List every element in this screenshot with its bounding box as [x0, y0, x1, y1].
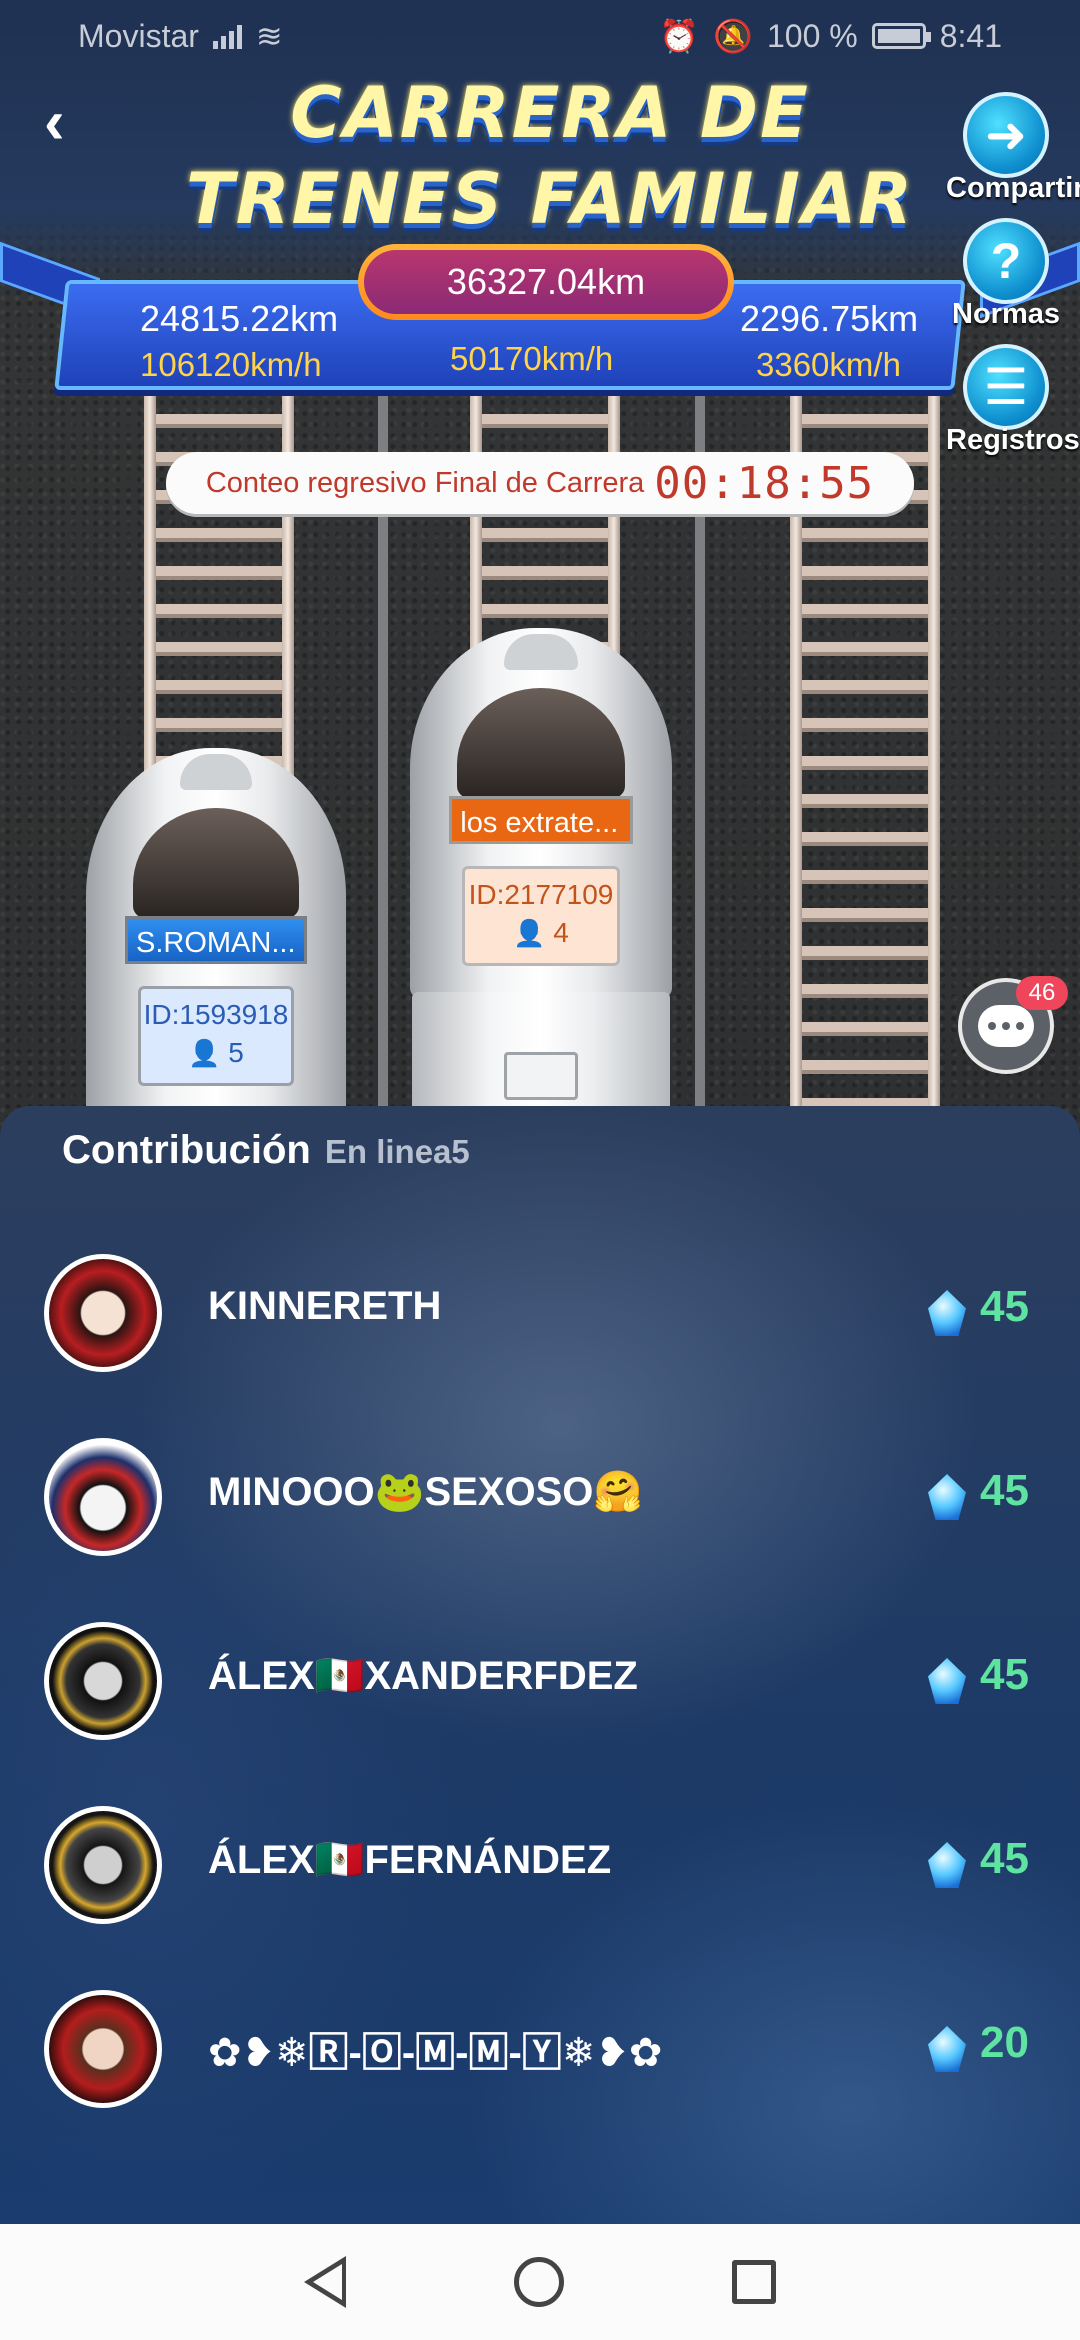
rules-label: Normas	[952, 298, 1060, 330]
train-name: los extrate...	[449, 796, 633, 844]
user-score: 20	[980, 2018, 1029, 2067]
list-item[interactable]: MINOOO🐸SEXOSO🤗 45	[0, 1432, 1080, 1562]
title-line-1: CARRERA DE	[290, 72, 810, 154]
train-id: ID:2177109	[468, 879, 614, 910]
rules-button[interactable]: ? Normas	[946, 218, 1066, 331]
countdown-time: 00:18:55	[654, 457, 875, 509]
user-name: MINOOO🐸SEXOSO🤗	[208, 1470, 644, 1514]
nav-back-icon[interactable]	[304, 2256, 346, 2308]
avatar[interactable]	[44, 1622, 162, 1740]
train-name: S.ROMAN...	[125, 916, 307, 964]
countdown-bar: Conteo regresivo Final de Carrera 00:18:…	[166, 452, 914, 514]
race-scene: S.ROMAN... ID:1593918 👤 5 los extrate...…	[0, 0, 1080, 1130]
center-speed: 50170km/h	[450, 340, 614, 377]
total-distance: 36327.04km	[364, 250, 728, 314]
avatar[interactable]	[44, 1254, 162, 1372]
train-family-1[interactable]: S.ROMAN... ID:1593918 👤 5	[86, 748, 346, 1130]
user-score: 45	[980, 1466, 1029, 1515]
system-nav-bar	[0, 2224, 1080, 2340]
diamond-icon	[928, 1842, 966, 1888]
user-name: ✿❥❄🅁-🄾-🄼-🄼-🅈❄❥✿	[208, 2031, 663, 2075]
status-bar: Movistar ≋ ⏰ 🔕 100 % 8:41	[0, 0, 1080, 72]
diamond-icon	[928, 1658, 966, 1704]
battery-icon	[871, 23, 931, 49]
countdown-label: Conteo regresivo Final de Carrera	[205, 466, 645, 499]
chat-unread-badge: 46	[1016, 976, 1068, 1010]
right-distance: 2296.75km	[740, 298, 919, 339]
battery-percent: 100 %	[766, 17, 858, 54]
clock: 8:41	[939, 17, 1002, 54]
train-id: ID:1593918	[143, 999, 289, 1030]
carrier-label: Movistar	[78, 17, 199, 54]
contribution-panel: Contribución En linea5 KINNERETH 45 MINO…	[0, 1106, 1080, 2224]
list-item[interactable]: ÁLEX🇲🇽XANDERFDEZ 45	[0, 1616, 1080, 1746]
title-line-2: TRENES FAMILIAR	[185, 158, 915, 240]
page-title: CARRERA DE TRENES FAMILIAR	[160, 70, 940, 242]
user-icon: 👤	[188, 1038, 221, 1068]
panel-title: Contribución	[62, 1128, 311, 1172]
user-name: ÁLEX🇲🇽FERNÁNDEZ	[208, 1838, 612, 1882]
left-distance: 24815.22km	[140, 298, 339, 339]
chat-icon	[978, 1005, 1034, 1047]
avatar[interactable]	[44, 1806, 162, 1924]
user-score: 45	[980, 1282, 1029, 1331]
user-name: ÁLEX🇲🇽XANDERFDEZ	[208, 1654, 638, 1698]
records-icon: ☰	[963, 344, 1049, 430]
user-score: 45	[980, 1834, 1029, 1883]
diamond-icon	[928, 2026, 966, 2072]
online-count: En linea5	[324, 1133, 470, 1170]
avatar[interactable]	[44, 1438, 162, 1556]
records-label: Registros	[946, 424, 1080, 456]
share-button[interactable]: ➜ Compartir	[946, 92, 1080, 205]
nav-recents-icon[interactable]	[732, 2260, 776, 2304]
train-id-box: ID:1593918 👤 5	[138, 986, 294, 1086]
list-item[interactable]: KINNERETH 45	[0, 1248, 1080, 1378]
alarm-icon: ⏰	[659, 18, 700, 54]
train-id-box: ID:2177109 👤 4	[462, 866, 620, 966]
share-label: Compartir	[946, 172, 1080, 204]
user-name: KINNERETH	[208, 1284, 442, 1328]
diamond-icon	[928, 1474, 966, 1520]
user-score: 45	[980, 1650, 1029, 1699]
left-speed: 106120km/h	[140, 346, 322, 383]
diamond-icon	[928, 1290, 966, 1336]
avatar[interactable]	[44, 1990, 162, 2108]
right-speed: 3360km/h	[756, 346, 901, 383]
share-arrow-icon: ➜	[963, 92, 1049, 178]
signal-icon	[212, 23, 242, 49]
back-arrow-icon[interactable]: ‹	[44, 88, 104, 158]
mute-icon: 🔕	[713, 18, 753, 54]
list-item[interactable]: ✿❥❄🅁-🄾-🄼-🄼-🅈❄❥✿ 20	[0, 1984, 1080, 2114]
total-distance-badge: 36327.04km	[358, 244, 734, 320]
user-icon: 👤	[513, 918, 546, 948]
train-members: 4	[553, 917, 569, 948]
wifi-icon: ≋	[255, 18, 283, 54]
train-family-2[interactable]: los extrate... ID:2177109 👤 4	[410, 628, 672, 998]
train-members: 5	[228, 1037, 244, 1068]
records-button[interactable]: ☰ Registros	[946, 344, 1080, 457]
nav-home-icon[interactable]	[514, 2257, 564, 2307]
question-icon: ?	[963, 218, 1049, 304]
list-item[interactable]: ÁLEX🇲🇽FERNÁNDEZ 45	[0, 1800, 1080, 1930]
